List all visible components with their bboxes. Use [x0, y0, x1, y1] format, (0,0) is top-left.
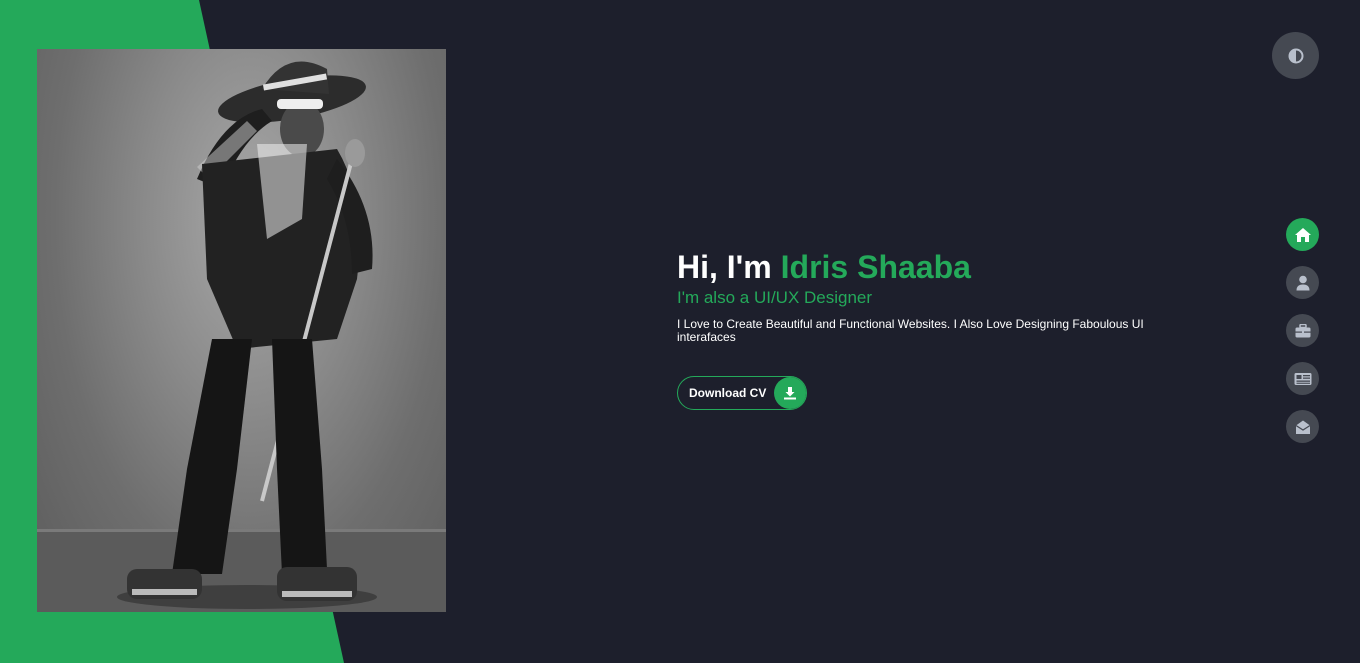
download-cv-label: Download CV: [689, 386, 767, 400]
theme-toggle-button[interactable]: [1272, 32, 1319, 79]
hero-description: I Love to Create Beautiful and Functiona…: [677, 317, 1144, 344]
briefcase-icon: [1295, 323, 1310, 337]
home-page: Hi, I'm Idris Shaaba I'm also a UI/UX De…: [0, 0, 1360, 663]
portrait-figure: [37, 61, 446, 612]
nav-blog-button[interactable]: [1286, 362, 1319, 395]
nav-home-button[interactable]: [1286, 218, 1319, 251]
hero-subtitle: I'm also a UI/UX Designer: [677, 288, 873, 307]
nav-contact-button[interactable]: [1286, 410, 1319, 443]
envelope-open-icon: [1295, 420, 1310, 434]
download-cv-button[interactable]: Download CV: [677, 376, 807, 410]
user-icon: [1296, 275, 1309, 290]
side-navigation: [1286, 218, 1319, 458]
newspaper-icon: [1294, 372, 1311, 385]
hero-name: Idris Shaaba: [780, 249, 971, 285]
hero-title: Hi, I'm Idris Shaaba: [677, 249, 1177, 285]
greeting-text: Hi, I'm: [677, 249, 772, 285]
download-icon: [774, 377, 806, 409]
profile-photo: [37, 49, 446, 612]
nav-portfolio-button[interactable]: [1286, 314, 1319, 347]
contrast-icon: [1288, 48, 1303, 63]
nav-about-button[interactable]: [1286, 266, 1319, 299]
home-icon: [1294, 227, 1311, 242]
hero-section: Hi, I'm Idris Shaaba I'm also a UI/UX De…: [677, 249, 1177, 410]
